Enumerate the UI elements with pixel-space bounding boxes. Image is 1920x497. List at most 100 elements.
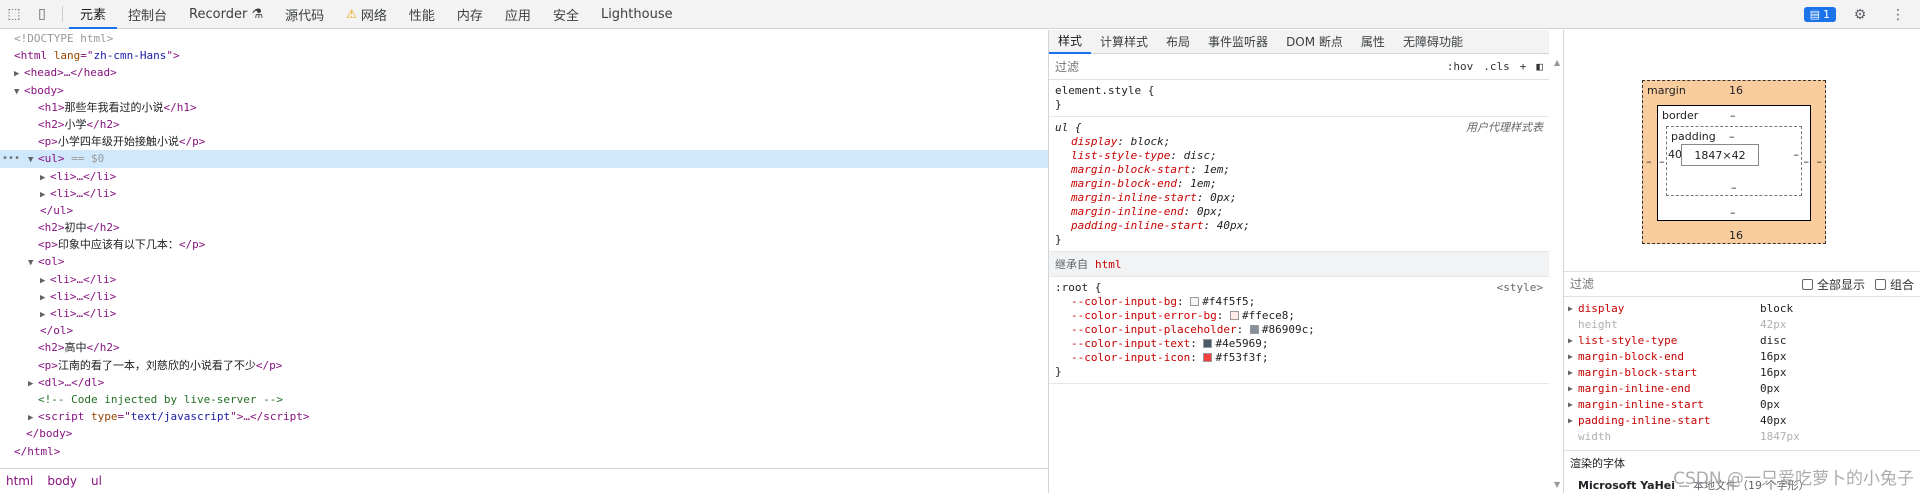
tree-line-ul-close[interactable]: </ul> <box>0 202 1048 219</box>
tab-dom-breakpoints[interactable]: DOM 断点 <box>1277 30 1352 54</box>
expand-triangle-icon[interactable]: ▶ <box>1568 336 1578 345</box>
expand-triangle-icon[interactable]: ▶ <box>1568 368 1578 377</box>
css-variable[interactable]: --color-input-placeholder: #86909c; <box>1055 323 1543 337</box>
scroll-down-icon[interactable]: ▼ <box>1554 480 1560 489</box>
tab-lighthouse[interactable]: Lighthouse <box>590 0 684 29</box>
tree-line-dl[interactable]: ▶<dl>…</dl> <box>0 374 1048 391</box>
element-style-selector[interactable]: element.style { <box>1055 84 1543 98</box>
breadcrumb-html[interactable]: html <box>6 474 33 488</box>
css-variable[interactable]: --color-input-icon: #f53f3f; <box>1055 351 1543 365</box>
breadcrumb-body[interactable]: body <box>47 474 77 488</box>
hover-state-button[interactable]: :hov <box>1447 60 1474 73</box>
tree-line-p[interactable]: <p>小学四年级开始接触小说</p> <box>0 133 1048 150</box>
border-bottom-value[interactable]: – <box>1730 206 1736 219</box>
tree-line-doctype[interactable]: <!DOCTYPE html> <box>0 30 1048 47</box>
margin-right-value[interactable]: – <box>1817 155 1823 168</box>
tab-properties[interactable]: 属性 <box>1352 30 1394 54</box>
tree-line-li[interactable]: ▶<li>…</li> <box>0 185 1048 202</box>
tree-line-script[interactable]: ▶<script type="text/javascript">…</scrip… <box>0 408 1048 425</box>
device-toolbar-icon[interactable]: ▯ <box>28 0 56 28</box>
expand-triangle-icon[interactable]: ▶ <box>1568 384 1578 393</box>
issues-button[interactable]: ▤1 <box>1804 7 1836 22</box>
tree-line-html[interactable]: <html lang="zh-cmn-Hans"> <box>0 47 1048 64</box>
tab-event-listeners[interactable]: 事件监听器 <box>1199 30 1277 54</box>
computed-property-row[interactable]: ▶margin-block-start16px <box>1564 364 1920 380</box>
computed-property-row[interactable]: ▶displayblock <box>1564 300 1920 316</box>
tree-line-p[interactable]: <p>印象中应该有以下几本：</p> <box>0 236 1048 253</box>
tab-sources[interactable]: 源代码 <box>274 0 335 29</box>
tree-line-ol[interactable]: ▼<ol> <box>0 253 1048 270</box>
css-property[interactable]: margin-inline-start: 0px; <box>1055 191 1543 205</box>
computed-property-row[interactable]: width1847px <box>1564 428 1920 444</box>
scroll-up-icon[interactable]: ▲ <box>1554 58 1560 67</box>
computed-property-row[interactable]: height42px <box>1564 316 1920 332</box>
border-right-value[interactable]: – <box>1804 155 1810 168</box>
class-toggle-button[interactable]: .cls <box>1483 60 1510 73</box>
margin-left-value[interactable]: – <box>1646 155 1652 168</box>
tree-line-h2[interactable]: <h2>初中</h2> <box>0 219 1048 236</box>
tab-elements[interactable]: 元素 <box>69 0 117 29</box>
border-left-value[interactable]: – <box>1659 155 1665 168</box>
expand-triangle-icon[interactable]: ▶ <box>1568 416 1578 425</box>
inherited-tag-link[interactable]: html <box>1095 258 1122 271</box>
padding-left-value[interactable]: 40 <box>1668 148 1682 161</box>
expand-triangle-icon[interactable]: ▶ <box>1568 304 1578 313</box>
css-property[interactable]: margin-block-start: 1em; <box>1055 163 1543 177</box>
tree-line-head[interactable]: ▶<head>…</head> <box>0 64 1048 81</box>
tree-line-li[interactable]: ▶<li>…</li> <box>0 288 1048 305</box>
color-swatch[interactable] <box>1190 297 1199 306</box>
color-swatch[interactable] <box>1250 325 1259 334</box>
tab-console[interactable]: 控制台 <box>117 0 178 29</box>
show-all-checkbox[interactable]: 全部显示 <box>1802 276 1865 293</box>
root-source-link[interactable]: <style> <box>1497 281 1543 295</box>
tab-recorder[interactable]: Recorder ⚗ <box>178 0 274 29</box>
tree-line-p[interactable]: <p>江南的看了一本，刘慈欣的小说看了不少</p> <box>0 357 1048 374</box>
expand-triangle-icon[interactable]: ▶ <box>1568 352 1578 361</box>
tree-line-body-close[interactable]: </body> <box>0 425 1048 442</box>
breadcrumb-ul[interactable]: ul <box>91 474 102 488</box>
tree-line-h1[interactable]: <h1>那些年我看过的小说</h1> <box>0 99 1048 116</box>
tree-line-ol-close[interactable]: </ol> <box>0 322 1048 339</box>
more-menu-icon[interactable]: ⋮ <box>1884 1 1912 29</box>
tab-memory[interactable]: 内存 <box>446 0 494 29</box>
padding-bottom-value[interactable]: – <box>1731 181 1737 194</box>
tab-computed[interactable]: 计算样式 <box>1091 30 1157 54</box>
css-property[interactable]: padding-inline-start: 40px; <box>1055 219 1543 233</box>
border-top-value[interactable]: – <box>1730 109 1736 122</box>
add-rule-icon[interactable]: + <box>1520 60 1527 73</box>
tree-line-li[interactable]: ▶<li>…</li> <box>0 271 1048 288</box>
computed-property-row[interactable]: ▶list-style-typedisc <box>1564 332 1920 348</box>
tree-line-html-close[interactable]: </html> <box>0 443 1048 460</box>
tab-network[interactable]: ⚠网络 <box>335 0 398 29</box>
tab-styles[interactable]: 样式 <box>1049 30 1091 54</box>
sidebar-toggle-icon[interactable]: ◧ <box>1536 60 1543 73</box>
box-model-content[interactable]: 1847×42 <box>1681 144 1759 166</box>
css-property[interactable]: margin-block-end: 1em; <box>1055 177 1543 191</box>
margin-bottom-value[interactable]: 16 <box>1729 229 1743 242</box>
tree-line-h2[interactable]: <h2>高中</h2> <box>0 339 1048 356</box>
tree-line-comment[interactable]: <!-- Code injected by live-server --> <box>0 391 1048 408</box>
more-actions-icon[interactable]: ••• <box>2 150 20 167</box>
inspect-element-icon[interactable]: ⬚ <box>0 0 28 28</box>
tree-line-body[interactable]: ▼<body> <box>0 82 1048 99</box>
tab-performance[interactable]: 性能 <box>398 0 446 29</box>
css-variable[interactable]: --color-input-text: #4e5969; <box>1055 337 1543 351</box>
margin-top-value[interactable]: 16 <box>1729 84 1743 97</box>
expand-triangle-icon[interactable]: ▶ <box>1568 400 1578 409</box>
color-swatch[interactable] <box>1230 311 1239 320</box>
computed-property-row[interactable]: ▶margin-block-end16px <box>1564 348 1920 364</box>
css-variable[interactable]: --color-input-bg: #f4f5f5; <box>1055 295 1543 309</box>
styles-filter-input[interactable] <box>1055 60 1437 74</box>
css-property[interactable]: margin-inline-end: 0px; <box>1055 205 1543 219</box>
styles-scrollbar[interactable]: ▲ ▼ <box>1551 54 1563 493</box>
padding-top-value[interactable]: – <box>1729 130 1735 143</box>
padding-right-value[interactable]: – <box>1794 148 1800 161</box>
group-checkbox[interactable]: 组合 <box>1875 276 1914 293</box>
css-property[interactable]: display: block; <box>1055 135 1543 149</box>
computed-property-row[interactable]: ▶padding-inline-start40px <box>1564 412 1920 428</box>
tree-line-li[interactable]: ▶<li>…</li> <box>0 168 1048 185</box>
tab-accessibility[interactable]: 无障碍功能 <box>1394 30 1472 54</box>
computed-property-row[interactable]: ▶margin-inline-start0px <box>1564 396 1920 412</box>
css-property[interactable]: list-style-type: disc; <box>1055 149 1543 163</box>
gear-icon[interactable]: ⚙ <box>1846 1 1874 29</box>
